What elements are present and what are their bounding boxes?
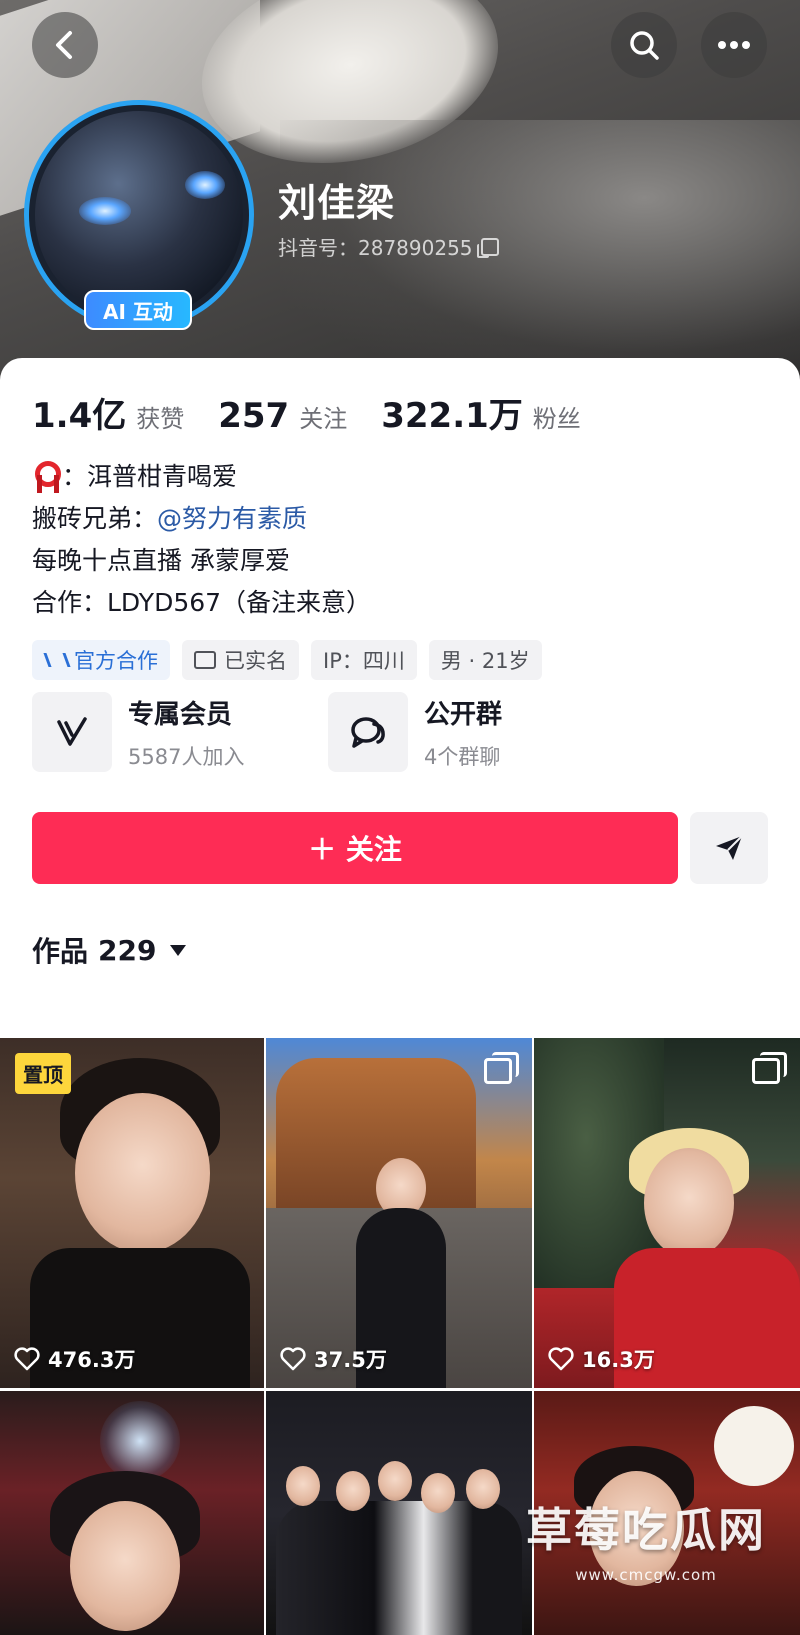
stat-likes-value: 1.4亿: [32, 396, 127, 436]
thumbnail-face: [75, 1093, 210, 1253]
feature-title: 专属会员: [128, 699, 233, 730]
watermark: 草莓吃瓜网 www.cmcgw.com: [512, 1494, 780, 1584]
avatar-image: [35, 111, 243, 319]
stat-following-value: 257: [218, 396, 290, 436]
search-button[interactable]: [611, 12, 677, 78]
douyin-id-text: 抖音号：287890255: [278, 236, 473, 260]
feature-subtitle: 4个群聊: [424, 744, 501, 769]
bio-mention-link[interactable]: @努力有素质: [157, 498, 307, 540]
tag-label: 已实名: [224, 649, 287, 673]
feature-title: 公开群: [424, 699, 503, 730]
heart-icon: [280, 1347, 306, 1371]
feature-public-group[interactable]: 公开群 4个群聊: [328, 692, 624, 772]
feature-group-text: 公开群 4个群聊: [424, 694, 502, 771]
works-count: 229: [98, 933, 157, 967]
video-likes-count: 16.3万: [582, 1348, 655, 1372]
thumbnail-face: [286, 1466, 320, 1506]
thumbnail-face: [421, 1473, 455, 1513]
stats-row: 1.4亿 获赞 257 关注 322.1万 粉丝: [32, 388, 615, 437]
douyin-id[interactable]: 抖音号：287890255: [278, 232, 499, 261]
thumbnail-light: [100, 1401, 180, 1481]
stat-followers-label: 粉丝: [532, 405, 581, 433]
video-likes: 476.3万: [14, 1344, 135, 1374]
thumbnail-face: [70, 1501, 180, 1631]
ai-interact-badge[interactable]: AI 互动: [84, 290, 192, 330]
bio-line-2: 搬砖兄弟： @努力有素质: [32, 498, 371, 540]
search-icon: [630, 31, 659, 60]
watermark-url: www.cmcgw.com: [575, 1566, 717, 1584]
thumbnail-lamp: [714, 1406, 794, 1486]
video-tile[interactable]: [0, 1391, 264, 1635]
video-tile[interactable]: 置顶 476.3万: [0, 1038, 264, 1388]
share-button[interactable]: [690, 812, 768, 884]
username: 刘佳梁: [278, 181, 396, 225]
bio: ：洱普柑青喝爱 搬砖兄弟： @努力有素质 每晚十点直播 承蒙厚爱 合作：LDYD…: [32, 456, 371, 624]
multi-image-icon: [752, 1052, 787, 1084]
more-button[interactable]: [701, 12, 767, 78]
feature-subtitle: 5587人加入: [128, 744, 245, 769]
group-chat-icon: [328, 692, 408, 772]
stat-following[interactable]: 257 关注: [218, 396, 347, 436]
thumbnail-group-members: [276, 1501, 522, 1635]
multi-image-icon: [484, 1052, 519, 1084]
tag-official-cooperation[interactable]: 官方合作: [32, 640, 170, 680]
cooperation-icon: [44, 651, 66, 669]
stat-followers[interactable]: 322.1万 粉丝: [381, 388, 581, 437]
id-card-icon: [194, 651, 216, 669]
video-likes-count: 37.5万: [314, 1348, 387, 1372]
chevron-left-icon: [56, 31, 72, 59]
tag-label: IP：四川: [323, 649, 405, 673]
tag-gender-age: 男 · 21岁: [428, 640, 542, 680]
tag-verified[interactable]: 已实名: [182, 640, 299, 680]
thumbnail-face: [336, 1471, 370, 1511]
bio-line-1-text: ：洱普柑青喝爱: [62, 462, 238, 491]
heart-icon: [14, 1347, 40, 1371]
avatar-eye-left: [79, 197, 131, 225]
features-row: 专属会员 5587人加入 公开群 4个群聊: [32, 692, 624, 772]
video-likes: 37.5万: [280, 1344, 387, 1374]
video-likes: 16.3万: [548, 1344, 655, 1374]
tag-ip-location: IP：四川: [311, 640, 417, 680]
more-dots-icon: [718, 41, 750, 49]
thumbnail-face: [378, 1461, 412, 1501]
bio-line-3: 每晚十点直播 承蒙厚爱: [32, 546, 290, 575]
heart-icon: [548, 1347, 574, 1371]
bio-line-2-prefix: 搬砖兄弟：: [32, 504, 158, 533]
tag-label: 男 · 21岁: [440, 649, 530, 673]
video-likes-count: 476.3万: [48, 1348, 136, 1372]
stat-likes-label: 获赞: [136, 405, 185, 433]
copy-icon[interactable]: [476, 237, 499, 258]
stat-following-label: 关注: [299, 405, 348, 433]
bio-line-4: 合作：LDYD567（备注来意）: [32, 588, 372, 617]
membership-v-icon: [32, 692, 112, 772]
follow-button[interactable]: ＋ 关注: [32, 812, 678, 884]
profile-card: 1.4亿 获赞 257 关注 322.1万 粉丝 ：洱普柑青喝爱 搬砖兄弟： @…: [0, 358, 800, 1038]
back-button[interactable]: [32, 12, 98, 78]
stat-likes[interactable]: 1.4亿 获赞: [32, 388, 184, 437]
tag-label: 官方合作: [74, 649, 158, 673]
works-tab[interactable]: 作品 229: [32, 930, 187, 970]
avatar-eye-right: [185, 171, 225, 199]
works-label: 作品: [32, 935, 89, 968]
red-ribbon-icon: [32, 461, 61, 493]
thumbnail-face: [644, 1148, 734, 1258]
pinned-badge: 置顶: [15, 1053, 71, 1094]
feature-membership[interactable]: 专属会员 5587人加入: [32, 692, 328, 772]
send-icon: [716, 835, 743, 860]
caret-down-icon: [170, 944, 187, 956]
video-tile[interactable]: 37.5万: [266, 1038, 532, 1388]
video-tile[interactable]: 16.3万: [534, 1038, 800, 1388]
watermark-main: 草莓吃瓜网: [526, 1503, 766, 1557]
bio-line-1: ：洱普柑青喝爱: [32, 456, 371, 498]
tags-row: 官方合作 已实名 IP：四川 男 · 21岁: [32, 640, 542, 680]
thumbnail-face: [466, 1469, 500, 1509]
video-tile[interactable]: [266, 1391, 532, 1635]
feature-membership-text: 专属会员 5587人加入: [128, 694, 244, 771]
stat-followers-value: 322.1万: [381, 396, 523, 436]
